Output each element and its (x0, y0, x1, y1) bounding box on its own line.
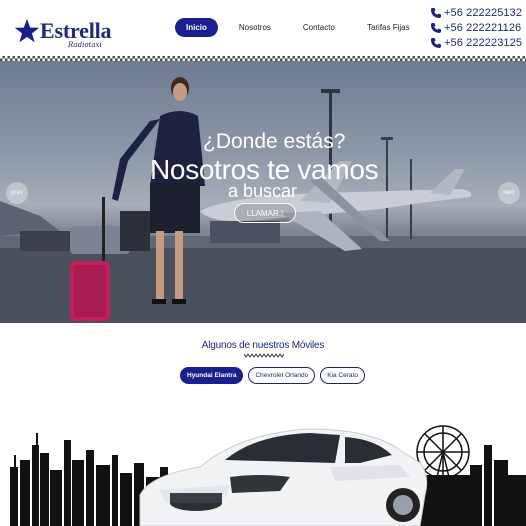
brand-tagline: Radiotaxi (68, 41, 102, 49)
phone-item[interactable]: +56 222225132 (430, 5, 522, 20)
nav-item-contacto[interactable]: Contacto (292, 18, 346, 37)
tab-chevrolet-orlando[interactable]: Chevrolet Orlando (248, 367, 316, 384)
vehicle-tabs: Hyundai Elantra Chevrolet Orlando Kia Ce… (180, 367, 365, 384)
phone-item[interactable]: +56 222223125 (430, 35, 522, 50)
slider-next-button[interactable]: next (498, 182, 520, 204)
phone-icon (431, 22, 441, 33)
main-nav: Inicio Nosotros Contacto Tarifas Fijas (175, 18, 421, 37)
nav-item-inicio[interactable]: Inicio (175, 18, 218, 37)
tab-hyundai-elantra[interactable]: Hyundai Elantra (180, 367, 244, 384)
fleet-section-title: Algunos de nuestros Móviles (201, 340, 325, 351)
phone-item[interactable]: +56 222221126 (430, 20, 522, 35)
logo[interactable]: Estrella Radiotaxi (14, 16, 112, 50)
phone-icon (431, 7, 441, 18)
star-icon (14, 19, 40, 43)
phone-number: +56 222221126 (444, 21, 522, 34)
nav-item-tarifas-fijas[interactable]: Tarifas Fijas (356, 18, 421, 37)
site-header: Estrella Radiotaxi Inicio Nosotros Conta… (0, 0, 526, 56)
nav-item-nosotros[interactable]: Nosotros (228, 18, 282, 37)
phone-icon (431, 37, 441, 48)
hero-slider: prev next ¿Donde estás? Nosotros te vamo… (0, 61, 526, 323)
phone-list: +56 222225132 +56 222221126 +56 22222312… (430, 5, 522, 50)
phone-number: +56 222225132 (444, 6, 523, 19)
hero-subline: a buscar (228, 181, 298, 201)
tab-kia-cerato[interactable]: Kia Cerato (320, 367, 365, 384)
zigzag-divider (244, 353, 284, 358)
city-skyline-image (10, 425, 526, 526)
slider-prev-button[interactable]: prev (6, 182, 28, 204)
phone-number: +56 222223125 (444, 36, 523, 49)
hero-question: ¿Donde estás? (203, 130, 346, 153)
call-button[interactable]: LLAMAR ! (234, 203, 296, 223)
